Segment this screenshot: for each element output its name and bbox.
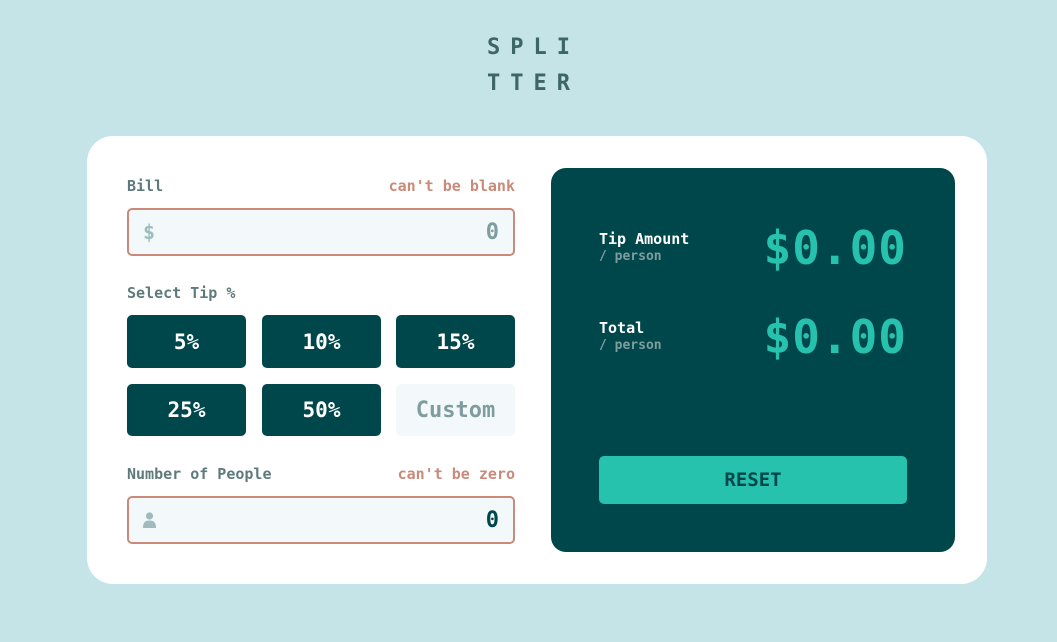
people-value: 0 — [485, 507, 499, 533]
tip-amount-row: Tip Amount / person $0.00 — [599, 220, 907, 276]
people-input[interactable]: 0 — [127, 496, 515, 544]
logo-line-1: SPLI — [487, 35, 580, 60]
tip-button-15[interactable]: 15% — [396, 315, 515, 368]
total-label-group: Total / person — [599, 319, 662, 355]
person-icon — [129, 512, 169, 528]
bill-label-row: Bill can't be blank — [127, 175, 515, 197]
total-label: Total — [599, 319, 645, 337]
results-panel: Tip Amount / person $0.00 Total / person… — [551, 168, 955, 552]
tip-amount-value: $0.00 — [763, 221, 907, 275]
app-logo: SPLI TTER — [0, 30, 1057, 102]
people-label-row: Number of People can't be zero — [127, 463, 515, 485]
bill-label: Bill — [127, 177, 164, 195]
people-label: Number of People — [127, 465, 272, 483]
dollar-icon: $ — [142, 220, 156, 244]
total-row: Total / person $0.00 — [599, 309, 907, 365]
reset-button[interactable]: RESET — [599, 456, 907, 504]
total-value: $0.00 — [763, 310, 907, 364]
tip-button-50[interactable]: 50% — [262, 384, 381, 436]
total-sub: / person — [599, 338, 662, 353]
people-error: can't be zero — [397, 465, 515, 483]
tip-button-10[interactable]: 10% — [262, 315, 381, 368]
calculator-card: Bill can't be blank $ 0 Select Tip % 5% … — [87, 136, 987, 584]
bill-input[interactable]: $ 0 — [127, 208, 515, 256]
bill-value: 0 — [485, 219, 499, 245]
tip-button-5[interactable]: 5% — [127, 315, 246, 368]
logo-line-2: TTER — [487, 71, 580, 96]
tip-amount-label-group: Tip Amount / person — [599, 230, 689, 266]
tip-amount-label: Tip Amount — [599, 230, 690, 248]
tip-amount-sub: / person — [599, 249, 662, 264]
custom-tip-input[interactable]: Custom — [396, 384, 515, 436]
tip-label-row: Select Tip % — [127, 282, 515, 304]
tip-button-25[interactable]: 25% — [127, 384, 246, 436]
bill-error: can't be blank — [388, 177, 515, 195]
tip-label: Select Tip % — [127, 284, 236, 302]
